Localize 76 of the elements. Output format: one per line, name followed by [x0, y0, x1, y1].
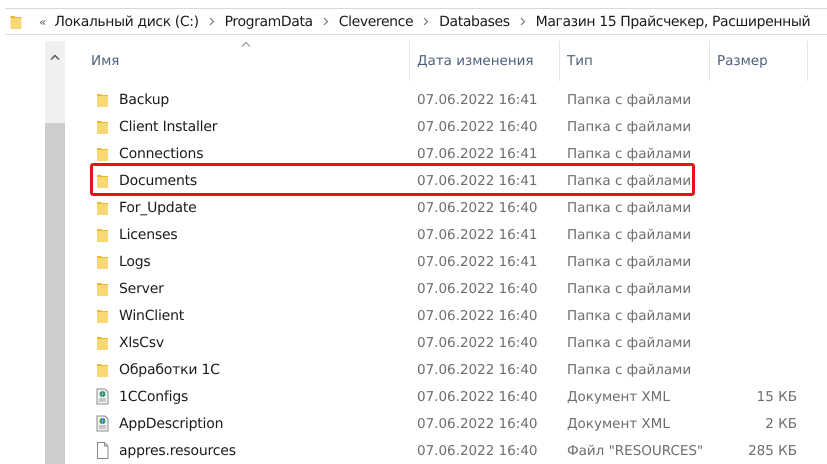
column-header[interactable]: Размер [710, 41, 808, 81]
date-cell-text: 07.06.2022 16:40 [416, 308, 538, 324]
column-header[interactable]: Дата изменения [410, 41, 560, 81]
breadcrumb-item[interactable]: Локальный диск (C:) [54, 14, 199, 30]
type-cell-text: Файл "RESOURCES" [566, 442, 704, 458]
date-cell-text: 07.06.2022 16:41 [416, 92, 538, 108]
file-name[interactable]: AppDescription [119, 416, 224, 432]
date-cell-text: 07.06.2022 16:40 [416, 334, 538, 350]
date-cell-text: 07.06.2022 16:40 [416, 416, 538, 432]
chevron-icon [208, 17, 215, 26]
file-name[interactable]: Обработки 1С [119, 362, 220, 378]
file-name[interactable]: WinClient [119, 308, 184, 324]
folder-icon [96, 253, 109, 270]
type-cell-text: Папка с файлами [566, 200, 692, 216]
date-cell-text: 07.06.2022 16:40 [416, 200, 538, 216]
type-cell-text: Папка с файлами [566, 362, 692, 378]
date-cell-text: 07.06.2022 16:41 [416, 254, 538, 270]
folder-icon [96, 226, 109, 243]
file-name[interactable]: 1CConfigs [119, 388, 188, 404]
type-cell-text: Папка с файлами [566, 280, 692, 296]
date-cell-text: 07.06.2022 16:40 [416, 388, 538, 404]
date-cell-text: 07.06.2022 16:40 [416, 362, 538, 378]
breadcrumb-item[interactable]: Databases [439, 14, 510, 30]
size-cell-text: 2 КБ [764, 416, 797, 432]
type-cell-text: Папка с файлами [566, 334, 692, 350]
column-header[interactable]: Имя [65, 41, 410, 81]
folder-icon [96, 199, 109, 216]
file-name[interactable]: Client Installer [119, 118, 218, 134]
date-cell-text: 07.06.2022 16:41 [416, 146, 538, 162]
type-cell-text: Папка с файлами [566, 118, 692, 134]
date-cell-text: 07.06.2022 16:41 [416, 226, 538, 242]
folder-icon [96, 172, 109, 189]
type-cell-text: Папка с файлами [566, 308, 692, 324]
breadcrumb-item[interactable]: Cleverence [338, 14, 414, 30]
folder-icon [96, 91, 109, 108]
breadcrumb-item[interactable]: Магазин 15 Прайсчекер, Расширенный [536, 14, 810, 30]
type-cell-text: Папка с файлами [566, 226, 692, 242]
file-name[interactable]: Documents [119, 172, 198, 188]
type-cell-text: Папка с файлами [566, 146, 692, 162]
file-name[interactable]: Logs [119, 254, 150, 270]
file-name[interactable]: XlsCsv [119, 334, 164, 350]
chevron-icon [322, 17, 329, 26]
file-name[interactable]: Licenses [119, 226, 178, 242]
folder-icon [96, 361, 109, 378]
file-name[interactable]: Server [119, 280, 164, 296]
xml-file-icon [96, 388, 109, 405]
date-cell-text: 07.06.2022 16:40 [416, 280, 538, 296]
size-cell-text: 285 КБ [747, 442, 797, 458]
xml-file-icon [96, 415, 109, 432]
folder-icon [96, 145, 109, 162]
type-cell-text: Папка с файлами [566, 92, 692, 108]
size-cell-text: 15 КБ [756, 388, 797, 404]
file-name[interactable]: Connections [119, 146, 204, 162]
file-name[interactable]: Backup [119, 92, 170, 108]
breadcrumb-item[interactable]: ProgramData [224, 14, 313, 30]
scrollbar-thumb[interactable] [45, 123, 65, 464]
type-cell-text: Документ XML [566, 416, 671, 432]
folder-icon [96, 280, 109, 297]
type-cell-text: Документ XML [566, 388, 671, 404]
overflow-chevron[interactable]: « [39, 14, 46, 28]
column-header[interactable]: Тип [560, 41, 710, 81]
folder-icon [9, 13, 23, 30]
folder-icon [96, 118, 109, 135]
folder-icon [96, 334, 109, 351]
date-cell-text: 07.06.2022 16:41 [416, 172, 538, 188]
type-cell-text: Папка с файлами [566, 254, 692, 270]
folder-icon [96, 307, 109, 324]
file-name[interactable]: For_Update [119, 200, 197, 216]
date-cell-text: 07.06.2022 16:40 [416, 118, 538, 134]
file-icon [96, 442, 109, 459]
chevron-icon [423, 17, 430, 26]
type-cell-text: Папка с файлами [566, 172, 692, 188]
scrollbar-track[interactable] [45, 41, 65, 464]
date-cell-text: 07.06.2022 16:40 [416, 442, 538, 458]
file-name[interactable]: appres.resources [119, 442, 236, 458]
chevron-icon [520, 17, 526, 26]
